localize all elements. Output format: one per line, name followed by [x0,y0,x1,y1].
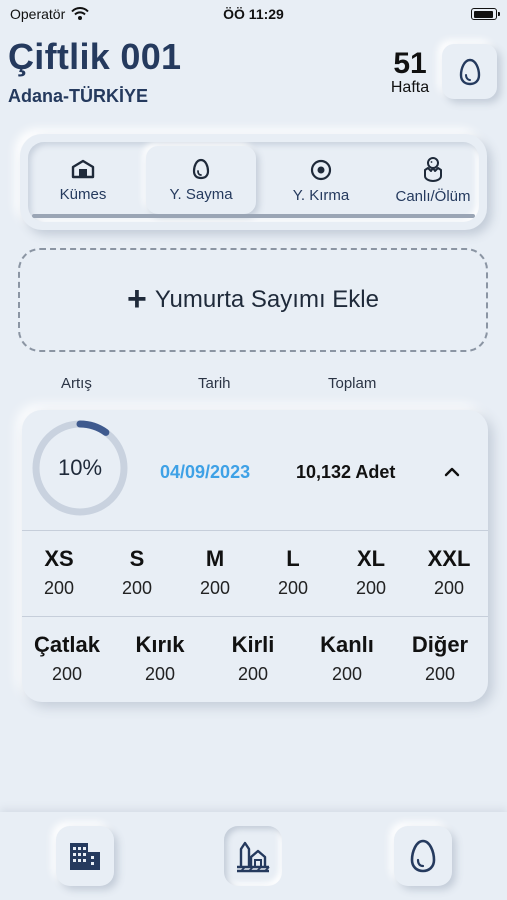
size-xl: XL 200 [336,546,406,599]
tab-scroll-indicator [32,214,475,218]
add-egg-count-label: Yumurta Sayımı Ekle [154,286,379,313]
defect-value: 200 [424,664,456,684]
tab-label: Canlı/Ölüm [395,187,471,205]
size-label: M [205,546,225,571]
carrier-label: Operatör [10,6,66,22]
size-label: XS [44,546,74,571]
size-value: 200 [433,578,465,598]
plus-icon: + [127,279,147,318]
size-m: M 200 [180,546,250,599]
week-label: Hafta [390,79,430,96]
coop-icon [71,159,95,178]
size-xxl: XXL 200 [414,546,484,599]
record-date: 04/09/2023 [160,462,251,482]
size-value: 200 [43,578,75,598]
size-label: XL [356,546,386,571]
tab-canli-olum[interactable]: Canlı/Ölüm [378,146,479,214]
tab-label: Y. Sayma [169,185,233,203]
divider [22,530,488,531]
building-icon [70,843,100,870]
defect-label: Diğer [411,632,469,657]
egg-icon [410,839,436,873]
defect-value: 200 [331,664,363,684]
defect-label: Kırık [135,632,185,657]
tab-bar-track: Kümes Y. Sayma Y. Kırma Canlı/Ölüm [28,142,479,222]
battery-icon [471,8,500,20]
defect-label: Çatlak [33,632,101,657]
add-egg-count-button[interactable]: + Yumurta Sayımı Ekle [18,248,488,352]
defect-kirli: Kirli 200 [208,632,298,685]
size-label: XXL [427,546,471,571]
farm-icon [237,841,270,873]
week-number: 51 [393,47,427,80]
nav-buildings-button[interactable] [56,826,114,886]
size-value: 200 [355,578,387,598]
egg-icon [459,58,480,85]
egg-menu-button[interactable] [442,44,497,99]
divider [22,616,488,617]
chevron-up-icon [444,467,460,477]
nav-farm-button[interactable] [224,826,282,886]
chick-icon [424,156,442,182]
broken-egg-icon [310,159,332,180]
size-value: 200 [121,578,153,598]
tab-y-kirma[interactable]: Y. Kırma [266,146,376,214]
tab-label: Kümes [59,185,107,203]
defect-catlak: Çatlak 200 [22,632,112,685]
page-title: Çiftlik 001 [8,36,182,77]
status-bar: Operatör ÖÖ 11:29 [0,0,507,28]
nav-egg-button[interactable] [394,826,452,886]
size-l: L 200 [258,546,328,599]
farm-location: Adana-TÜRKİYE [8,86,149,106]
week-counter: 51 Hafta [384,48,436,96]
wifi-icon [71,7,89,20]
size-label: S [129,546,145,571]
defect-value: 200 [51,664,83,684]
record-total: 10,132 Adet [296,462,396,482]
defect-value: 200 [144,664,176,684]
tab-bar: Kümes Y. Sayma Y. Kırma Canlı/Ölüm [20,134,487,230]
tab-y-sayma[interactable]: Y. Sayma [146,146,256,214]
defect-label: Kanlı [320,632,374,657]
column-date: Tarih [198,375,231,392]
egg-icon [192,158,210,179]
size-xs: XS 200 [24,546,94,599]
size-s: S 200 [102,546,172,599]
egg-count-record[interactable]: 10% 04/09/2023 10,132 Adet XS 200 S 200 … [22,410,488,702]
defect-value: 200 [237,664,269,684]
progress-percent: 10% [57,455,103,480]
tab-label: Y. Kırma [292,186,350,204]
tab-kumes[interactable]: Kümes [28,146,138,214]
size-value: 200 [277,578,309,598]
defect-kanli: Kanlı 200 [302,632,392,685]
status-left: Operatör [10,6,89,22]
size-label: L [286,546,300,571]
collapse-button[interactable] [440,460,464,484]
column-increase: Artış [61,375,92,392]
size-value: 200 [199,578,231,598]
defect-diger: Diğer 200 [395,632,485,685]
defect-kirik: Kırık 200 [115,632,205,685]
defect-label: Kirli [231,632,275,657]
column-total: Toplam [328,375,377,392]
